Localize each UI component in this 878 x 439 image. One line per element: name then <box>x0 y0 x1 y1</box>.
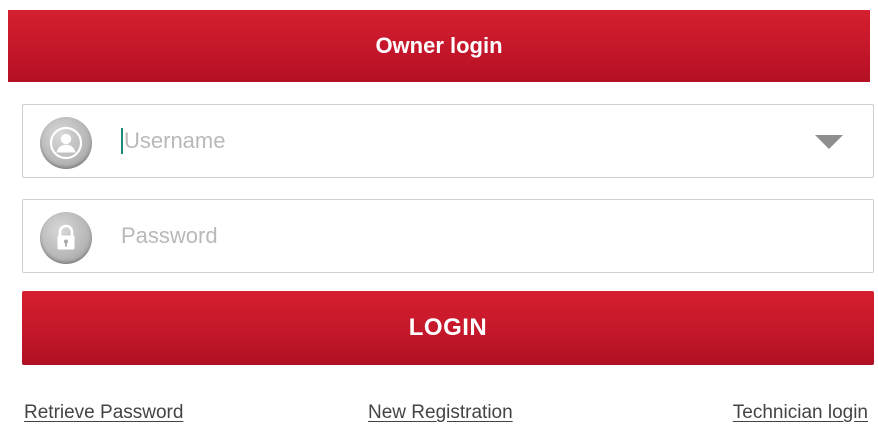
new-registration-link[interactable]: New Registration <box>368 402 513 424</box>
retrieve-password-link[interactable]: Retrieve Password <box>24 402 183 424</box>
padlock-icon <box>40 212 92 264</box>
password-input[interactable]: Password <box>121 200 218 272</box>
login-button[interactable]: LOGIN <box>22 291 874 365</box>
username-field[interactable]: Username <box>22 104 874 178</box>
footer-links: Retrieve Password New Registration Techn… <box>0 402 878 432</box>
owner-login-screen: Owner login Username Password LOGIN Retr… <box>0 0 878 439</box>
user-avatar-icon <box>40 117 92 169</box>
header-bar: Owner login <box>8 10 870 82</box>
technician-login-link[interactable]: Technician login <box>733 402 868 424</box>
page-title: Owner login <box>375 33 503 58</box>
password-field[interactable]: Password <box>22 199 874 273</box>
username-placeholder: Username <box>124 128 226 153</box>
triangle-down-icon[interactable] <box>815 135 843 149</box>
password-placeholder: Password <box>121 223 218 248</box>
username-input[interactable]: Username <box>121 105 225 177</box>
text-cursor <box>121 128 123 154</box>
login-button-label: LOGIN <box>408 314 488 341</box>
